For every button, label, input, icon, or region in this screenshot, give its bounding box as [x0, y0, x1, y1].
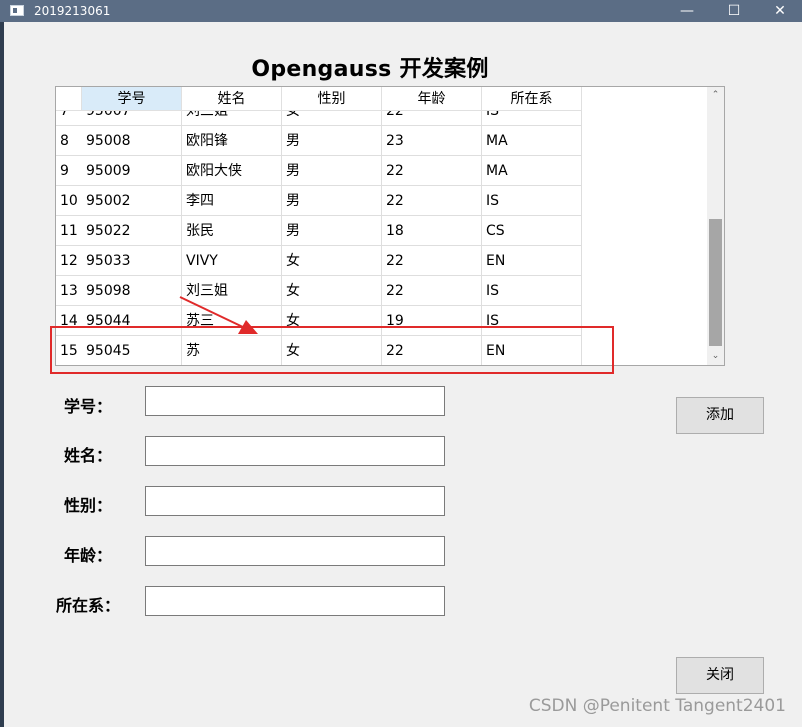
close-button[interactable]: 关闭	[676, 657, 764, 694]
label-name: 姓名：	[63, 446, 112, 465]
label-sno: 学号：	[63, 397, 112, 416]
input-name[interactable]	[145, 436, 445, 466]
label-age: 年龄：	[63, 546, 112, 565]
label-sex: 性别：	[63, 496, 112, 515]
input-sno[interactable]	[145, 386, 445, 416]
input-age[interactable]	[145, 536, 445, 566]
arrow-annotation	[179, 296, 258, 334]
input-sex[interactable]	[145, 486, 445, 516]
label-dept: 所在系：	[55, 596, 120, 615]
add-button[interactable]: 添加	[676, 397, 764, 434]
input-dept[interactable]	[145, 586, 445, 616]
watermark: CSDN @Penitent Tangent2401	[528, 696, 786, 716]
arrow-annotation-line	[179, 296, 246, 329]
